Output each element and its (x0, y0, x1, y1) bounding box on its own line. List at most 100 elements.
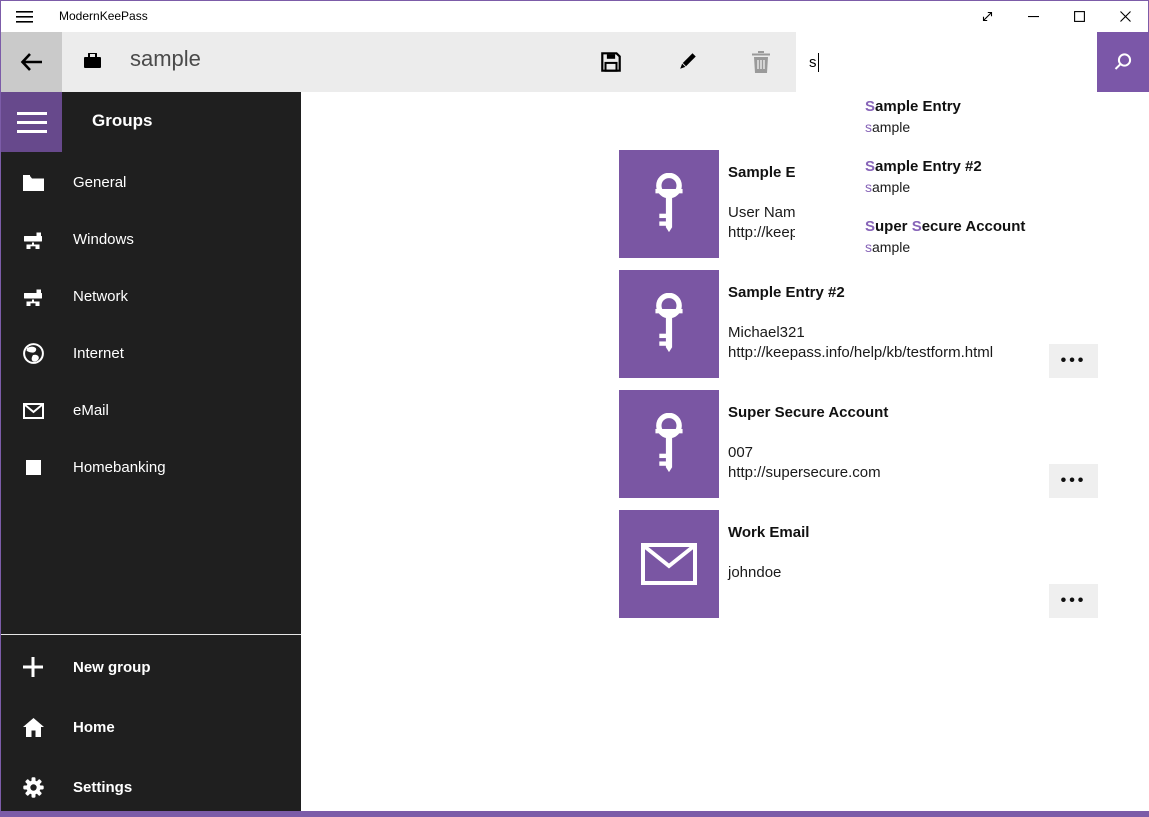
more-button[interactable]: ••• (1049, 584, 1098, 618)
suggestion-subtitle: sample (865, 117, 1148, 137)
sidebar-item-label: Network (73, 288, 128, 305)
groups-header: Groups (92, 111, 152, 131)
sidebar-item-internet[interactable]: Internet (1, 325, 301, 382)
menu-icon[interactable] (16, 9, 34, 25)
sidebar-footer: New group Home (1, 637, 301, 817)
plus-icon (22, 657, 44, 677)
close-button[interactable] (1102, 1, 1148, 32)
sidebar-item-windows[interactable]: Windows (1, 211, 301, 268)
app-window: ModernKeePass (0, 0, 1149, 817)
suggestion-subtitle: sample (865, 177, 1148, 197)
sidebar-item-label: Homebanking (73, 459, 166, 476)
square-icon (22, 460, 44, 475)
back-button[interactable] (1, 32, 62, 92)
more-button[interactable]: ••• (1049, 464, 1098, 498)
save-icon (600, 51, 622, 73)
search-input[interactable]: s (796, 32, 1097, 92)
database-icon (83, 53, 102, 69)
search-suggestions: Sample Entry sample Sample Entry #2 samp… (795, 92, 1148, 282)
entry-tile[interactable] (619, 270, 719, 378)
search-button[interactable] (1097, 32, 1149, 92)
sidebar-item-label: Internet (73, 345, 124, 362)
caption-buttons (964, 1, 1148, 32)
network-drive-icon (22, 287, 44, 307)
suggestion-title: Super Secure Account (865, 217, 1148, 237)
home-icon (22, 718, 44, 737)
titlebar: ModernKeePass (1, 1, 1148, 32)
sidebar-item-homebanking[interactable]: Homebanking (1, 439, 301, 496)
sidebar-item-label: Windows (73, 231, 134, 248)
sidebar-item-label: General (73, 174, 126, 191)
entry-row[interactable]: Work Email johndoe ••• (619, 510, 1149, 618)
appbar: sample s (1, 32, 1148, 92)
database-title: sample (130, 46, 201, 72)
delete-button[interactable] (738, 32, 784, 92)
sidebar-item-new-group[interactable]: New group (1, 637, 301, 697)
gear-icon (22, 777, 44, 798)
text-caret (818, 53, 819, 72)
entry-row[interactable]: Super Secure Account 007 http://supersec… (619, 390, 1149, 498)
network-drive-icon (22, 230, 44, 250)
sidebar-item-label: Settings (73, 779, 132, 796)
key-icon (649, 173, 689, 235)
key-icon (649, 413, 689, 475)
envelope-icon (641, 543, 697, 585)
envelope-icon (22, 403, 44, 419)
key-icon (649, 293, 689, 355)
save-button[interactable] (588, 32, 634, 92)
more-button[interactable]: ••• (1049, 344, 1098, 378)
fullscreen-icon (981, 10, 994, 23)
suggestion-subtitle: sample (865, 237, 1148, 257)
maximize-icon (1074, 11, 1085, 22)
minimize-icon (1028, 11, 1039, 22)
sidebar-item-general[interactable]: General (1, 154, 301, 211)
entry-details: johndoe (728, 563, 781, 583)
sidebar-item-email[interactable]: eMail (1, 382, 301, 439)
entry-username: johndoe (728, 563, 781, 583)
sidebar-item-home[interactable]: Home (1, 697, 301, 757)
window-title: ModernKeePass (59, 1, 148, 32)
entry-title: Super Secure Account (728, 404, 888, 421)
edit-button[interactable] (664, 32, 710, 92)
globe-icon (22, 343, 44, 364)
hamburger-icon (17, 112, 47, 133)
folder-icon (22, 175, 44, 191)
window-bottom-border (0, 811, 1149, 817)
entry-tile[interactable] (619, 510, 719, 618)
entry-details: Michael321 http://keepass.info/help/kb/t… (728, 323, 993, 363)
entry-username: Michael321 (728, 323, 993, 343)
suggestion-title: Sample Entry #2 (865, 157, 1148, 177)
entry-tile[interactable] (619, 150, 719, 258)
maximize-button[interactable] (1056, 1, 1102, 32)
suggestion-item[interactable]: Super Secure Account sample (795, 217, 1148, 277)
search-icon (1112, 51, 1134, 73)
suggestion-item[interactable]: Sample Entry #2 sample (795, 157, 1148, 217)
minimize-button[interactable] (1010, 1, 1056, 32)
sidebar-item-network[interactable]: Network (1, 268, 301, 325)
group-list: General Windows Network Internet (1, 154, 301, 496)
fullscreen-button[interactable] (964, 1, 1010, 32)
entry-row[interactable]: Sample Entry #2 Michael321 http://keepas… (619, 270, 1149, 378)
sidebar-item-label: eMail (73, 402, 109, 419)
sidebar-item-settings[interactable]: Settings (1, 757, 301, 817)
sidebar-hamburger-button[interactable] (1, 92, 62, 152)
sidebar-item-label: Home (73, 719, 115, 736)
entry-username: 007 (728, 443, 881, 463)
sidebar-separator (1, 634, 301, 635)
suggestion-title: Sample Entry (865, 97, 1148, 117)
sidebar: Groups General Windows Network (1, 92, 301, 811)
search-value: s (809, 54, 817, 71)
entry-title: Sample Entry #2 (728, 284, 845, 301)
close-icon (1120, 11, 1131, 22)
back-arrow-icon (20, 52, 44, 72)
entry-url: http://supersecure.com (728, 463, 881, 483)
edit-icon (676, 51, 698, 73)
entry-title: Work Email (728, 524, 809, 541)
sidebar-item-label: New group (73, 659, 151, 676)
delete-icon (751, 51, 771, 73)
suggestion-item[interactable]: Sample Entry sample (795, 97, 1148, 157)
entry-details: 007 http://supersecure.com (728, 443, 881, 483)
entry-tile[interactable] (619, 390, 719, 498)
entry-url: http://keepass.info/help/kb/testform.htm… (728, 343, 993, 363)
hamburger-icon (16, 10, 33, 24)
